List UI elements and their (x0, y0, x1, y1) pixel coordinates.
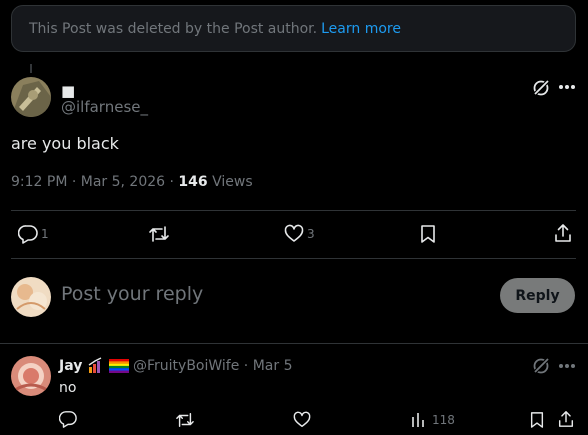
reply-text: no (59, 380, 77, 396)
bookmark-icon[interactable] (419, 224, 437, 244)
views-count: 146 (178, 174, 208, 190)
views-action[interactable]: 118 (411, 412, 455, 428)
author-avatar[interactable] (11, 77, 51, 117)
like-action[interactable]: 3 (284, 224, 315, 244)
reply-author-avatar[interactable] (11, 356, 51, 396)
deleted-post-notice: This Post was deleted by the Post author… (11, 5, 576, 52)
views-chart-icon (412, 413, 424, 427)
share-icon[interactable] (553, 223, 573, 243)
post-meta: 9:12 PM · Mar 5, 2026 · 146 Views (11, 174, 253, 190)
learn-more-link[interactable]: Learn more (321, 21, 401, 37)
thread-connector-line (30, 64, 32, 73)
reply-input[interactable]: Post your reply (61, 283, 203, 305)
more-options-icon[interactable] (558, 363, 576, 369)
bookmark-icon[interactable] (529, 411, 545, 429)
divider (0, 343, 588, 344)
grok-icon[interactable] (532, 357, 550, 375)
reply-count: 1 (41, 227, 49, 241)
reply-author-badges (87, 357, 129, 375)
like-count: 3 (307, 227, 315, 241)
reply-icon (18, 225, 38, 244)
author-handle[interactable]: @ilfarnese_ (61, 98, 148, 116)
heart-icon[interactable] (293, 411, 311, 429)
reply-author-handle-date[interactable]: @FruityBoiWife · Mar 5 (133, 358, 292, 374)
views-label: Views (207, 174, 253, 190)
repost-icon (149, 226, 169, 242)
grok-icon[interactable] (532, 79, 550, 97)
deleted-notice-text: This Post was deleted by the Post author… (29, 20, 318, 37)
divider (11, 258, 576, 259)
reply-author-name[interactable]: Jay (59, 358, 82, 374)
chart-emoji-icon (88, 357, 102, 373)
heart-icon (284, 224, 304, 242)
divider (11, 210, 576, 211)
post-text: are you black (11, 134, 119, 153)
post-timestamp[interactable]: 9:12 PM · Mar 5, 2026 · (11, 174, 178, 190)
repost-icon[interactable] (175, 411, 195, 429)
reply-button[interactable]: Reply (500, 278, 575, 313)
reply-views-count: 118 (432, 413, 455, 427)
share-icon[interactable] (557, 410, 575, 428)
rainbow-flag-icon (109, 359, 129, 373)
reply-icon[interactable] (59, 410, 77, 428)
more-options-icon[interactable] (558, 84, 576, 90)
current-user-avatar[interactable] (11, 277, 51, 317)
reply-action[interactable]: 1 (18, 224, 49, 244)
repost-action[interactable] (148, 224, 173, 244)
